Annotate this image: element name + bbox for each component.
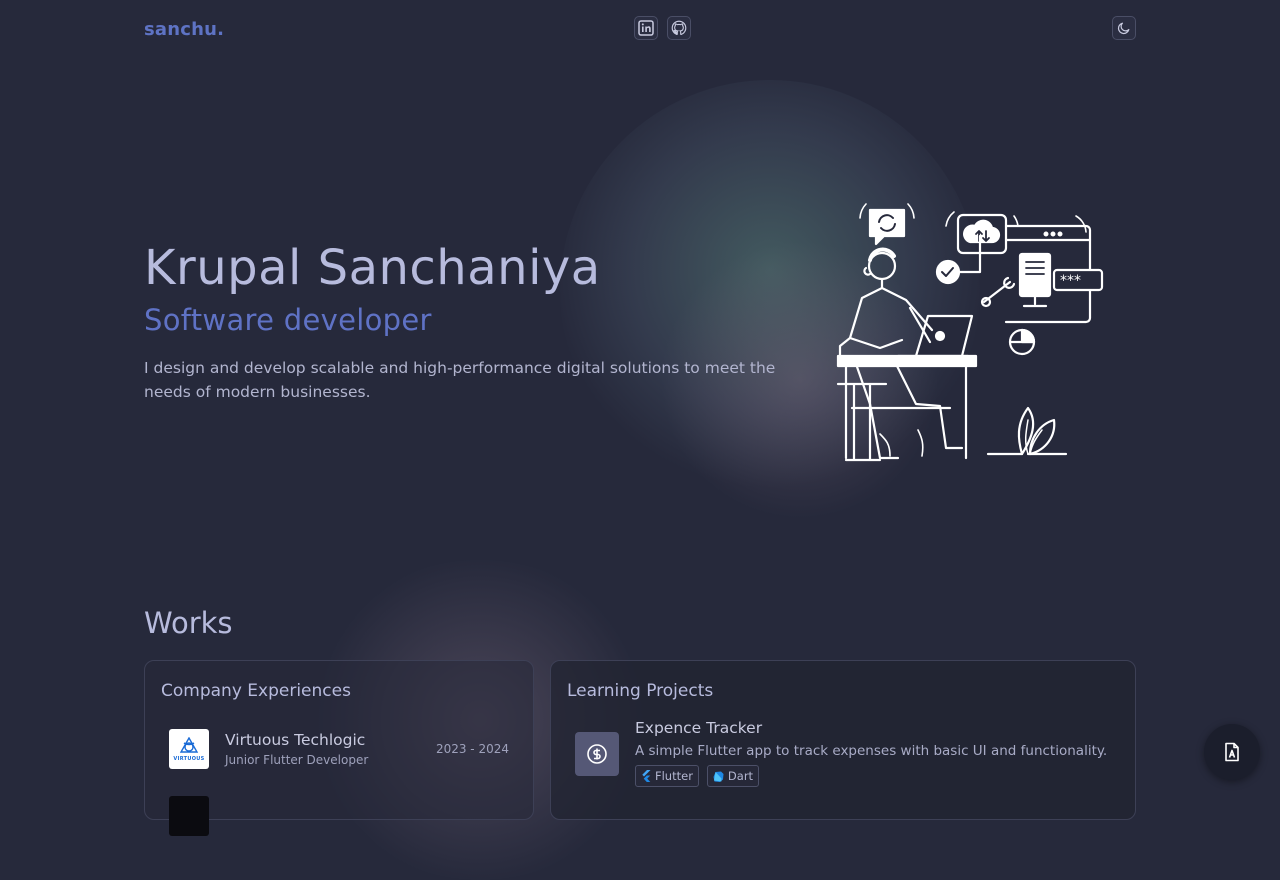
- theme-toggle-button[interactable]: [1112, 16, 1136, 40]
- project-name[interactable]: Expence Tracker: [635, 719, 762, 737]
- github-icon: [671, 20, 687, 36]
- card-title: Company Experiences: [161, 681, 351, 701]
- company-logo: VIRTUOUS: [169, 729, 209, 769]
- linkedin-button[interactable]: [634, 16, 658, 40]
- tag-label: Dart: [727, 769, 754, 783]
- social-links: [634, 16, 691, 40]
- hero-role: Software developer: [144, 303, 432, 337]
- linkedin-icon: [638, 20, 654, 36]
- works-heading: Works: [144, 606, 233, 640]
- hero-description: I design and develop scalable and high-p…: [144, 359, 776, 401]
- project-description: A simple Flutter app to track expenses w…: [635, 743, 1108, 759]
- company-experiences-card: Company Experiences VIRTUOUS Virtuous Te…: [144, 660, 534, 836]
- developer-illustration: ***: [836, 203, 1104, 462]
- flutter-icon: [642, 770, 651, 782]
- project-icon: [575, 732, 619, 776]
- resume-document-icon: [1225, 742, 1239, 762]
- svg-text:***: ***: [1060, 273, 1081, 289]
- company-logo: [169, 796, 209, 836]
- moon-icon: [1117, 22, 1130, 35]
- dart-icon: [713, 771, 724, 782]
- virtuous-logo-icon: [179, 736, 199, 753]
- company-dates: 2023 - 2024: [435, 742, 509, 756]
- github-button[interactable]: [667, 16, 691, 40]
- card-title: Learning Projects: [567, 681, 714, 701]
- project-tags: Flutter Dart: [635, 765, 760, 787]
- company-logo-text: VIRTUOUS: [173, 755, 205, 762]
- company-name: Virtuous Techlogic: [225, 731, 366, 749]
- tag-flutter: Flutter: [635, 765, 699, 787]
- tag-dart: Dart: [706, 765, 760, 787]
- company-role: Junior Flutter Developer: [225, 753, 369, 767]
- site-logo[interactable]: sanchu.: [144, 19, 224, 40]
- dollar-icon: [587, 744, 607, 764]
- resume-button[interactable]: [1204, 724, 1260, 780]
- tag-label: Flutter: [655, 769, 693, 783]
- learning-projects-card: Learning Projects Expence Tracker A simp…: [550, 660, 1136, 820]
- hero-name: Krupal Sanchaniya: [144, 240, 601, 296]
